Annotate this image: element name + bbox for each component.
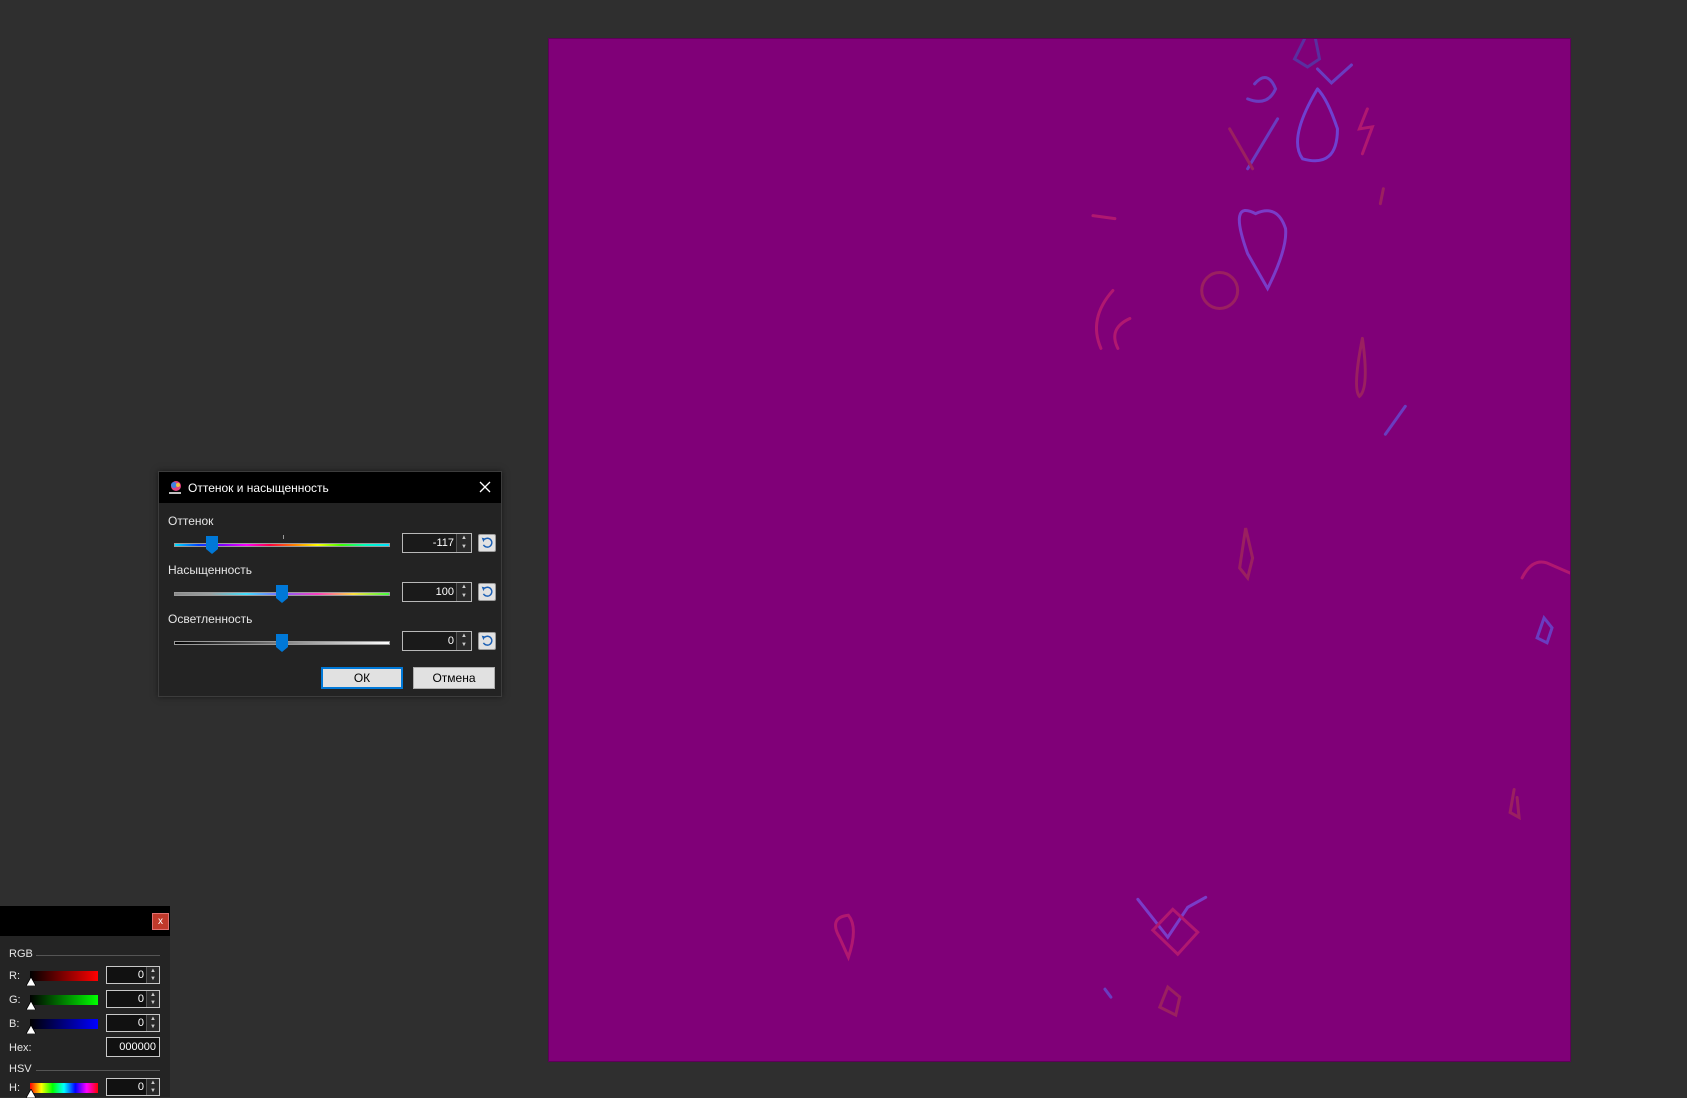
spin-down-icon[interactable]: ▼ (147, 1087, 159, 1095)
ok-button[interactable]: ОК (321, 667, 403, 689)
g-slider-marker-icon[interactable] (26, 1001, 36, 1010)
r-label: R: (9, 970, 20, 982)
h-label: H: (9, 1082, 20, 1094)
hue-slider-thumb[interactable] (205, 536, 218, 554)
spin-down-icon[interactable]: ▼ (457, 592, 471, 601)
h-gradient-slider[interactable] (30, 1083, 98, 1093)
spin-down-icon[interactable]: ▼ (457, 543, 471, 552)
saturation-spinbox[interactable]: 100 ▲ ▼ (402, 582, 472, 602)
r-slider-marker-icon[interactable] (26, 977, 36, 986)
spin-up-icon[interactable]: ▲ (147, 1015, 159, 1023)
h-input[interactable]: 0 ▲ ▼ (106, 1078, 160, 1096)
g-gradient-slider[interactable] (30, 995, 98, 1005)
dialog-titlebar[interactable]: Оттенок и насыщенность (159, 472, 501, 503)
spin-down-icon[interactable]: ▼ (457, 641, 471, 650)
hsv-section-divider (36, 1070, 160, 1071)
rgb-section-divider (36, 955, 160, 956)
lightness-spinbox[interactable]: 0 ▲ ▼ (402, 631, 472, 651)
embossed-image (834, 39, 1570, 1018)
lightness-reset-icon[interactable] (478, 632, 496, 650)
saturation-slider-thumb[interactable] (276, 585, 288, 603)
b-label: B: (9, 1018, 20, 1030)
b-value: 0 (137, 1017, 144, 1029)
spin-up-icon[interactable]: ▲ (147, 991, 159, 999)
b-gradient-slider[interactable] (30, 1019, 98, 1029)
hue-reset-icon[interactable] (478, 534, 496, 552)
saturation-reset-icon[interactable] (478, 583, 496, 601)
hsv-section-label: HSV (9, 1063, 32, 1075)
rgb-section-label: RGB (9, 948, 33, 960)
hue-label: Оттенок (168, 514, 214, 528)
dialog-title: Оттенок и насыщенность (188, 481, 329, 495)
image-canvas[interactable] (548, 38, 1571, 1062)
spin-up-icon[interactable]: ▲ (147, 1079, 159, 1087)
hue-saturation-dialog: Оттенок и насыщенность Оттенок -117 ▲ ▼ Н… (158, 471, 502, 697)
color-panel-close-button[interactable]: x (152, 913, 169, 930)
b-input[interactable]: 0 ▲ ▼ (106, 1014, 160, 1032)
spin-up-icon[interactable]: ▲ (457, 632, 471, 641)
lightness-label: Осветленность (168, 612, 253, 626)
h-value: 0 (137, 1081, 144, 1093)
r-gradient-slider[interactable] (30, 971, 98, 981)
saturation-value: 100 (435, 586, 454, 598)
hex-input[interactable]: 000000 (106, 1037, 160, 1057)
color-panel: x RGB R: 0 ▲ ▼ G: 0 ▲ ▼ B: 0 ▲ ▼ Hex: 00000… (0, 906, 170, 1098)
hue-value: -117 (432, 537, 454, 549)
r-input[interactable]: 0 ▲ ▼ (106, 966, 160, 984)
close-icon[interactable] (475, 477, 495, 497)
spin-up-icon[interactable]: ▲ (457, 583, 471, 592)
color-panel-titlebar[interactable] (0, 906, 170, 936)
lightness-value: 0 (447, 635, 454, 647)
spin-up-icon[interactable]: ▲ (457, 534, 471, 543)
saturation-label: Насыщенность (168, 563, 253, 577)
spin-up-icon[interactable]: ▲ (147, 967, 159, 975)
cancel-button[interactable]: Отмена (413, 667, 495, 689)
g-input[interactable]: 0 ▲ ▼ (106, 990, 160, 1008)
hue-center-tick (283, 535, 284, 539)
hex-label: Hex: (9, 1042, 32, 1054)
spin-down-icon[interactable]: ▼ (147, 975, 159, 983)
spin-down-icon[interactable]: ▼ (147, 1023, 159, 1031)
g-label: G: (9, 994, 21, 1006)
lightness-slider-thumb[interactable] (276, 634, 288, 652)
app-palette-icon (169, 481, 181, 494)
hue-spinbox[interactable]: -117 ▲ ▼ (402, 533, 472, 553)
spin-down-icon[interactable]: ▼ (147, 999, 159, 1007)
b-slider-marker-icon[interactable] (26, 1025, 36, 1034)
r-value: 0 (137, 969, 144, 981)
g-value: 0 (137, 993, 144, 1005)
